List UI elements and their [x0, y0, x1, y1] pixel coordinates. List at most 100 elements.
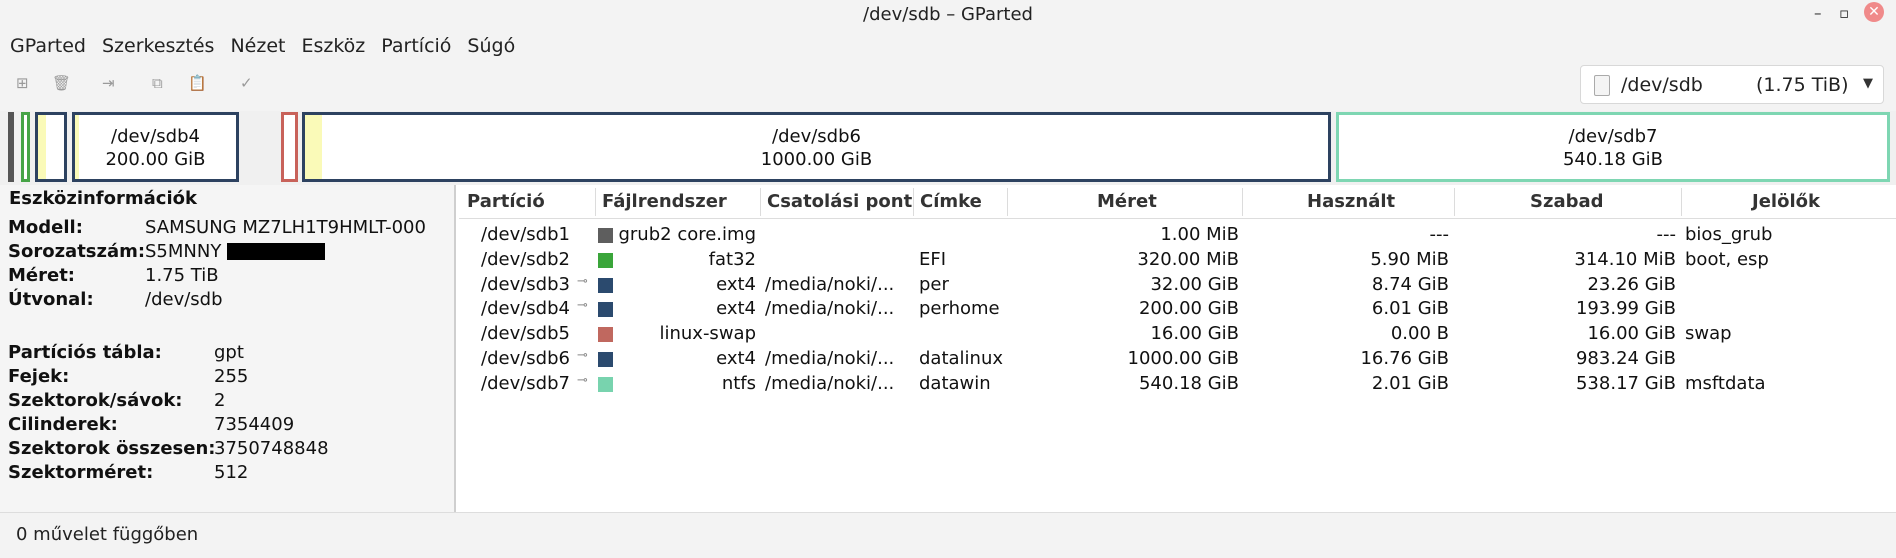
- info-value: S5MNNY: [145, 241, 222, 262]
- apply-icon[interactable]: ✓: [240, 74, 253, 92]
- cell-size: 540.18 GiB: [1138, 372, 1239, 394]
- info-key: Partíciós tábla:: [8, 342, 162, 363]
- column-mountpoint[interactable]: Csatolási pont: [767, 191, 912, 212]
- cell-used: 2.01 GiB: [1371, 372, 1449, 394]
- cell-label: per: [919, 273, 949, 295]
- cell-free: 314.10 MiB: [1574, 248, 1676, 270]
- menu-help[interactable]: Súgó: [459, 35, 523, 57]
- cell-filesystem: grub2 core.img: [618, 224, 756, 245]
- main-area: Eszközinformációk Modell: SAMSUNG MZ7LH1…: [0, 185, 1896, 512]
- info-key: Szektorok/sávok:: [8, 390, 183, 411]
- filesystem-color-swatch: [598, 352, 613, 367]
- cell-flags: msftdata: [1685, 372, 1766, 394]
- info-value: gpt: [214, 342, 244, 363]
- info-key: Modell:: [8, 217, 83, 238]
- table-header: Partíció Fájlrendszer Csatolási pont Cím…: [459, 186, 1896, 219]
- cell-label: datawin: [919, 372, 991, 394]
- info-key: Szektorméret:: [8, 462, 154, 483]
- filesystem-color-swatch: [598, 302, 613, 318]
- disk-icon: [1594, 75, 1610, 96]
- table-row[interactable]: /dev/sdb7 ⊸ ntfs/media/noki/... datawin 540.…: [459, 369, 1896, 399]
- device-selector[interactable]: /dev/sdb (1.75 TiB) ▼: [1580, 65, 1884, 104]
- cell-filesystem: fat32: [708, 248, 756, 270]
- info-key: Szektorok összesen:: [8, 438, 216, 459]
- partition-block-sdb5[interactable]: [281, 112, 298, 182]
- partition-block-name: /dev/sdb7: [1568, 126, 1658, 147]
- cell-filesystem: ext4: [716, 348, 756, 369]
- info-value: 3750748848: [214, 438, 329, 459]
- column-filesystem[interactable]: Fájlrendszer: [602, 191, 727, 212]
- filesystem-color-swatch: [598, 252, 613, 268]
- status-text: 0 művelet függőben: [16, 524, 199, 545]
- chevron-down-icon: ▼: [1863, 76, 1873, 91]
- menu-edit[interactable]: Szerkesztés: [94, 35, 222, 57]
- filesystem-color-swatch: [598, 376, 613, 392]
- mounted-key-icon: ⊸: [577, 273, 588, 289]
- cell-partition: /dev/sdb2: [481, 248, 570, 270]
- partition-block-sdb3[interactable]: [35, 112, 67, 182]
- info-value: 1.75 TiB: [145, 265, 219, 286]
- partition-block-sdb1[interactable]: [8, 112, 14, 182]
- info-value: 2: [214, 390, 226, 411]
- cell-flags: swap: [1685, 323, 1732, 345]
- column-partition[interactable]: Partíció: [467, 191, 545, 212]
- window-title: /dev/sdb – GParted: [863, 4, 1033, 25]
- filesystem-color-swatch: [598, 277, 613, 293]
- cell-free: ---: [1656, 224, 1677, 245]
- cell-free: 16.00 GiB: [1587, 323, 1676, 345]
- cell-size: 16.00 GiB: [1150, 323, 1239, 345]
- cell-used: 8.74 GiB: [1371, 273, 1449, 295]
- partition-block-size: 1000.00 GiB: [760, 149, 873, 170]
- column-label[interactable]: Címke: [920, 191, 982, 212]
- paste-icon[interactable]: 📋: [188, 74, 207, 92]
- cell-partition: /dev/sdb3: [481, 273, 570, 295]
- partition-block-sdb4[interactable]: /dev/sdb4 200.00 GiB: [72, 112, 239, 182]
- column-free[interactable]: Szabad: [1530, 191, 1604, 212]
- minimize-icon[interactable]: –: [1814, 4, 1822, 22]
- menu-view[interactable]: Nézet: [222, 35, 293, 57]
- resize-move-icon[interactable]: ⇥: [102, 74, 115, 92]
- cell-mountpoint: /media/noki/...: [765, 298, 895, 320]
- cell-used: 16.76 GiB: [1360, 348, 1449, 369]
- cell-free: 193.99 GiB: [1575, 298, 1676, 320]
- partition-block-sdb7[interactable]: /dev/sdb7 540.18 GiB: [1336, 112, 1890, 182]
- mounted-key-icon: ⊸: [577, 372, 588, 388]
- info-key: Méret:: [8, 265, 76, 286]
- cell-filesystem: ntfs: [721, 372, 756, 394]
- filesystem-color-swatch: [598, 327, 613, 343]
- cell-label: perhome: [919, 298, 1000, 320]
- copy-icon[interactable]: ⧉: [152, 74, 163, 92]
- partition-block-sdb2[interactable]: [21, 112, 30, 182]
- delete-icon[interactable]: 🗑: [52, 74, 71, 92]
- info-value: 255: [214, 366, 249, 387]
- cell-filesystem: ext4: [716, 273, 756, 295]
- info-key: Sorozatszám:: [8, 241, 146, 262]
- partition-graph: /dev/sdb4 200.00 GiB /dev/sdb6 1000.00 G…: [0, 111, 1896, 185]
- title-bar: /dev/sdb – GParted – ▫ ✕: [0, 0, 1896, 29]
- cell-size: 32.00 GiB: [1150, 273, 1239, 295]
- cell-partition: /dev/sdb5: [481, 323, 570, 345]
- device-info-title: Eszközinformációk: [9, 188, 197, 209]
- cell-partition: /dev/sdb7: [481, 372, 570, 394]
- menu-partition[interactable]: Partíció: [373, 35, 459, 57]
- column-used[interactable]: Használt: [1307, 191, 1395, 212]
- maximize-icon[interactable]: ▫: [1839, 4, 1849, 22]
- device-info-panel: Eszközinformációk Modell: SAMSUNG MZ7LH1…: [0, 185, 456, 512]
- partition-block-sdb6[interactable]: /dev/sdb6 1000.00 GiB: [302, 112, 1331, 182]
- mounted-key-icon: ⊸: [577, 298, 588, 314]
- cell-filesystem: linux-swap: [659, 323, 756, 345]
- menu-bar: GParted Szerkesztés Nézet Eszköz Partíci…: [0, 29, 1896, 62]
- menu-gparted[interactable]: GParted: [2, 35, 94, 57]
- mounted-key-icon: ⊸: [577, 348, 588, 363]
- close-icon[interactable]: ✕: [1864, 2, 1884, 22]
- column-flags[interactable]: Jelölők: [1752, 191, 1820, 212]
- partition-table[interactable]: Partíció Fájlrendszer Csatolási pont Cím…: [459, 185, 1896, 512]
- cell-used: 0.00 B: [1390, 323, 1449, 345]
- column-size[interactable]: Méret: [1097, 191, 1157, 212]
- cell-label: datalinux: [919, 348, 1004, 369]
- menu-device[interactable]: Eszköz: [293, 35, 373, 57]
- filesystem-color-swatch: [598, 228, 613, 243]
- partition-block-size: 540.18 GiB: [1562, 149, 1663, 170]
- cell-free: 23.26 GiB: [1587, 273, 1676, 295]
- new-partition-icon[interactable]: ⊞: [16, 74, 29, 92]
